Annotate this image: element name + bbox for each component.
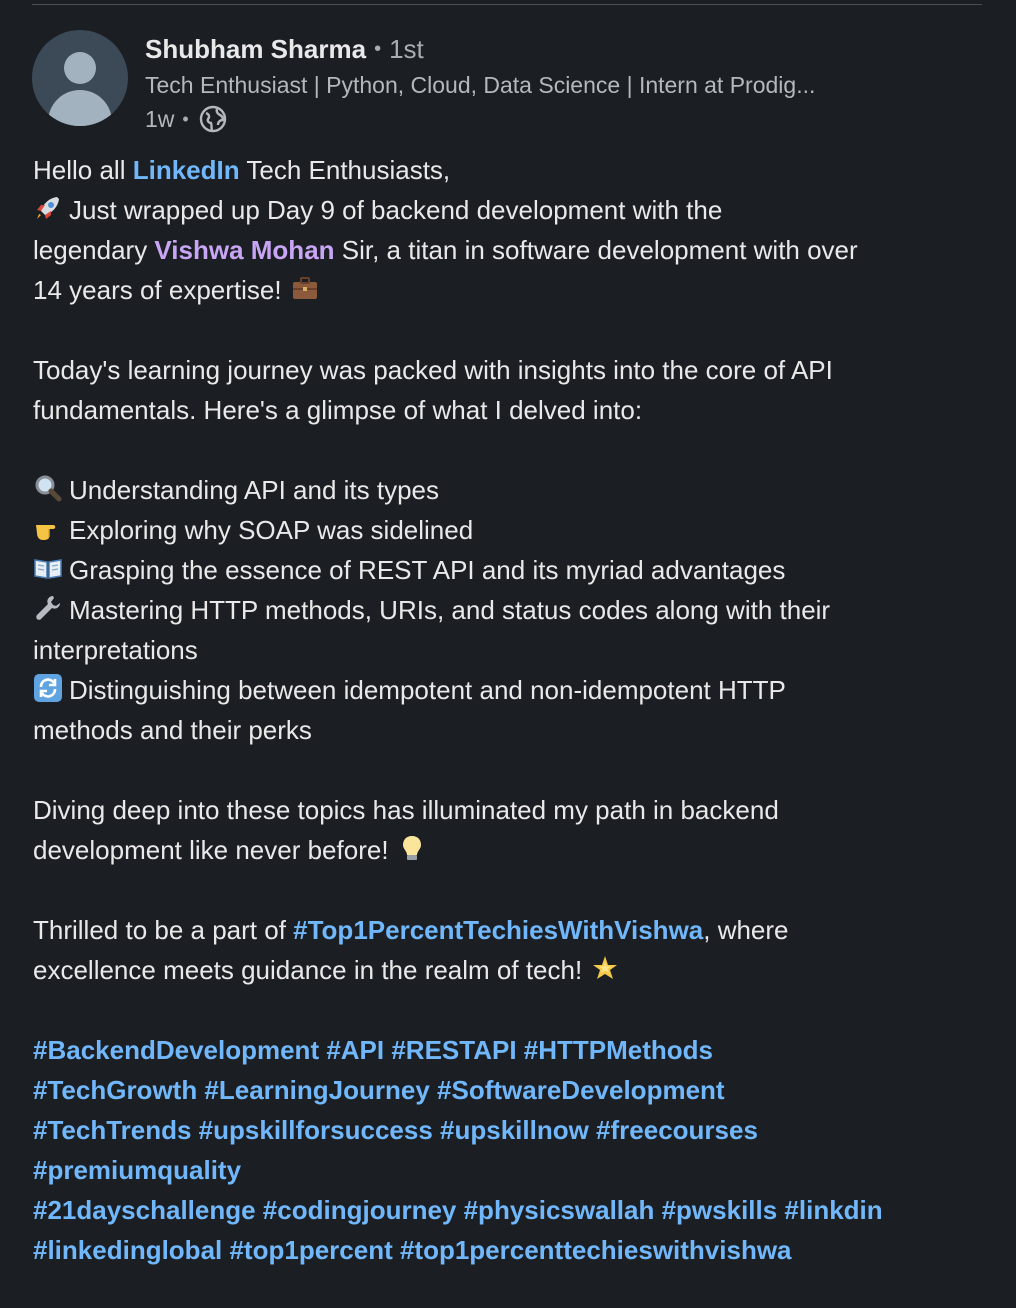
- bullet-text-3: Grasping the essence of REST API and its…: [69, 555, 786, 585]
- wrench-icon: [36, 596, 60, 620]
- briefcase-icon: [292, 277, 317, 299]
- intro-text-1: Just wrapped up Day 9 of backend develop…: [69, 195, 723, 225]
- diving-line-1: Diving deep into these topics has illumi…: [33, 795, 779, 825]
- intro-text-3: 14 years of expertise!: [33, 275, 282, 305]
- pointing-hand-icon: [36, 525, 56, 540]
- post-meta: 1w •: [145, 102, 975, 136]
- hashtag-top1percenttechieswithvishwa[interactable]: #Top1PercentTechiesWithVishwa: [293, 915, 703, 945]
- intro-text-2b: Sir, a titan in software development wit…: [334, 235, 858, 265]
- greeting-text: Hello all: [33, 155, 133, 185]
- intro-line-2: legendary Vishwa Mohan Sir, a titan in s…: [33, 230, 983, 270]
- bullet-text-4a: Mastering HTTP methods, URIs, and status…: [69, 595, 831, 625]
- hashtag-line-6[interactable]: #linkedinglobal #top1percent #top1percen…: [33, 1230, 983, 1270]
- diving-line-2: development like never before!: [33, 830, 983, 870]
- linkedin-mention[interactable]: LinkedIn: [133, 155, 240, 185]
- intro-line-3: 14 years of expertise!: [33, 270, 983, 310]
- rocket-icon: [37, 197, 59, 219]
- excellence-line: excellence meets guidance in the realm o…: [33, 950, 983, 990]
- bullet-2: Exploring why SOAP was sidelined: [33, 510, 983, 550]
- bullet-text-1: Understanding API and its types: [69, 475, 440, 505]
- excellence-text: excellence meets guidance in the realm o…: [33, 955, 583, 985]
- open-book-icon: [34, 559, 62, 579]
- intro-line-1: Just wrapped up Day 9 of backend develop…: [33, 190, 983, 230]
- bullet-text-2: Exploring why SOAP was sidelined: [69, 515, 474, 545]
- greeting-text-end: Tech Enthusiasts,: [239, 155, 451, 185]
- hashtag-line-2[interactable]: #TechGrowth #LearningJourney #SoftwareDe…: [33, 1070, 983, 1110]
- post-header: Shubham Sharma • 1st Tech Enthusiast | P…: [32, 30, 982, 133]
- light-bulb-icon: [402, 836, 421, 860]
- bullet-text-5a: Distinguishing between idempotent and no…: [69, 675, 786, 705]
- bullet-4: Mastering HTTP methods, URIs, and status…: [33, 590, 983, 630]
- hashtag-line-3[interactable]: #TechTrends #upskillforsuccess #upskilln…: [33, 1110, 983, 1150]
- hashtag-line-4[interactable]: #premiumquality: [33, 1150, 983, 1190]
- magnifier-icon: [35, 475, 62, 502]
- journey-line-1: Today's learning journey was packed with…: [33, 355, 833, 385]
- hashtag-line-1[interactable]: #BackendDevelopment #API #RESTAPI #HTTPM…: [33, 1030, 983, 1070]
- globe-icon: [199, 105, 226, 133]
- author-line: Shubham Sharma • 1st: [145, 30, 975, 68]
- separator-dot: •: [374, 37, 382, 60]
- thrilled-text: Thrilled to be a part of: [33, 915, 294, 945]
- connection-degree: 1st: [389, 33, 424, 64]
- bullet-5: Distinguishing between idempotent and no…: [33, 670, 983, 710]
- arrows-cycle-icon: [34, 674, 62, 702]
- author-block: Shubham Sharma • 1st Tech Enthusiast | P…: [145, 30, 975, 136]
- author-headline[interactable]: Tech Enthusiast | Python, Cloud, Data Sc…: [145, 68, 975, 102]
- bullet-5-continued: methods and their perks: [33, 715, 312, 745]
- post-time: 1w: [145, 105, 175, 132]
- author-name[interactable]: Shubham Sharma: [145, 34, 366, 65]
- time-separator-dot: •: [182, 108, 189, 129]
- bullet-1: Understanding API and its types: [33, 470, 983, 510]
- diving-text-2: development like never before!: [33, 835, 389, 865]
- thrilled-line: Thrilled to be a part of #Top1PercentTec…: [33, 910, 983, 950]
- hashtag-line-5[interactable]: #21dayschallenge #codingjourney #physics…: [33, 1190, 983, 1230]
- post-body: Hello all LinkedIn Tech Enthusiasts, Jus…: [33, 150, 983, 1270]
- author-avatar[interactable]: [32, 30, 128, 126]
- glowing-star-icon: [593, 956, 618, 979]
- greeting-line: Hello all LinkedIn Tech Enthusiasts,: [33, 150, 983, 190]
- bullet-4-continued: interpretations: [33, 635, 198, 665]
- vishwa-mohan-mention[interactable]: Vishwa Mohan: [154, 235, 334, 265]
- top-divider: [32, 4, 982, 5]
- journey-line-2: fundamentals. Here's a glimpse of what I…: [33, 395, 643, 425]
- thrilled-text-end: , where: [703, 915, 789, 945]
- bullet-3: Grasping the essence of REST API and its…: [33, 550, 983, 590]
- intro-text-2a: legendary: [33, 235, 155, 265]
